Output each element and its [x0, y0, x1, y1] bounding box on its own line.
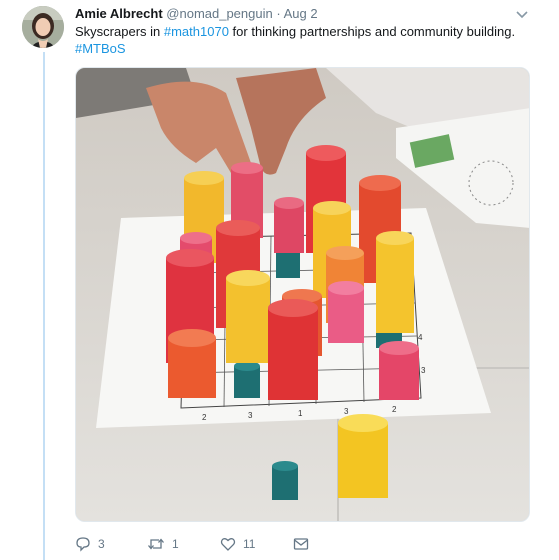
envelope-icon	[293, 537, 309, 551]
retweet-icon	[147, 536, 165, 552]
thread-connector-line	[43, 52, 45, 560]
hashtag-link-mtbos[interactable]: #MTBoS	[75, 41, 126, 56]
svg-text:3: 3	[248, 411, 253, 420]
svg-text:1: 1	[298, 409, 303, 418]
tweet-text: Skyscrapers in #math1070 for thinking pa…	[75, 24, 545, 57]
like-count: 11	[243, 537, 255, 551]
tweet-text-suffix: for thinking partnerships and community …	[229, 24, 515, 39]
retweet-count: 1	[172, 537, 179, 551]
retweet-button[interactable]: 1	[147, 535, 179, 553]
tweet-photo[interactable]: 22 23132 34	[75, 67, 530, 522]
chevron-down-icon	[514, 9, 530, 21]
direct-message-button[interactable]	[293, 535, 309, 553]
more-options-button[interactable]	[514, 8, 530, 20]
avatar-image	[22, 6, 64, 48]
like-button[interactable]: 11	[220, 535, 255, 553]
tweet-header: Amie Albrecht @nomad_penguin · Aug 2	[75, 6, 318, 22]
svg-text:4: 4	[418, 333, 423, 342]
svg-text:3: 3	[344, 407, 349, 416]
reply-count: 3	[98, 537, 105, 551]
author-handle[interactable]: @nomad_penguin	[166, 6, 272, 21]
author-name[interactable]: Amie Albrecht	[75, 6, 163, 21]
svg-text:3: 3	[421, 366, 426, 375]
header-separator: ·	[276, 6, 280, 21]
svg-text:2: 2	[392, 405, 397, 414]
tweet-text-prefix: Skyscrapers in	[75, 24, 164, 39]
tweet-date[interactable]: Aug 2	[284, 6, 318, 21]
skyscrapers-photo: 22 23132 34	[76, 68, 530, 522]
svg-text:2: 2	[202, 413, 207, 422]
tweet-actions: 3 1 11	[75, 535, 375, 553]
avatar[interactable]	[22, 6, 64, 48]
heart-icon	[220, 536, 236, 552]
reply-button[interactable]: 3	[75, 535, 105, 553]
hashtag-link-math1070[interactable]: #math1070	[164, 24, 229, 39]
reply-icon	[75, 536, 91, 552]
